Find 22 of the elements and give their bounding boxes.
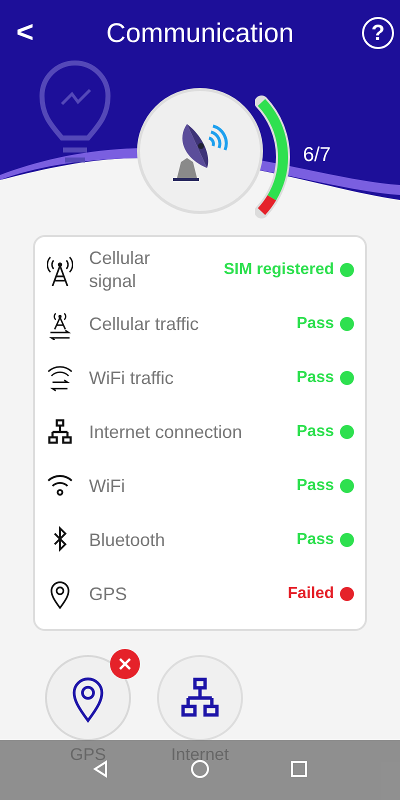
check-status: Pass	[296, 315, 334, 333]
check-label: GPS	[89, 582, 128, 606]
score-gauge-remainder	[258, 195, 276, 215]
back-button[interactable]: <	[12, 16, 38, 50]
lightbulb-icon	[40, 60, 110, 162]
check-label: Internet connection	[89, 420, 242, 444]
help-button[interactable]: ?	[362, 17, 394, 49]
screen-title: Communication	[106, 18, 294, 48]
cell-tower-icon	[47, 254, 73, 286]
check-status: Pass	[296, 369, 334, 387]
check-label: WiFi	[89, 474, 125, 498]
check-label: Cellular signal	[89, 247, 152, 293]
back-nav-icon[interactable]	[92, 760, 110, 780]
score-reading: 6/7	[303, 144, 331, 167]
check-status: SIM registered	[224, 261, 334, 279]
check-status: Pass	[296, 531, 334, 549]
check-label: Cellular traffic	[89, 312, 199, 336]
check-label: WiFi traffic	[89, 366, 174, 390]
check-status: Pass	[296, 477, 334, 495]
check-status: Failed	[288, 585, 334, 603]
check-label: Bluetooth	[89, 528, 166, 552]
check-status: Pass	[296, 423, 334, 441]
